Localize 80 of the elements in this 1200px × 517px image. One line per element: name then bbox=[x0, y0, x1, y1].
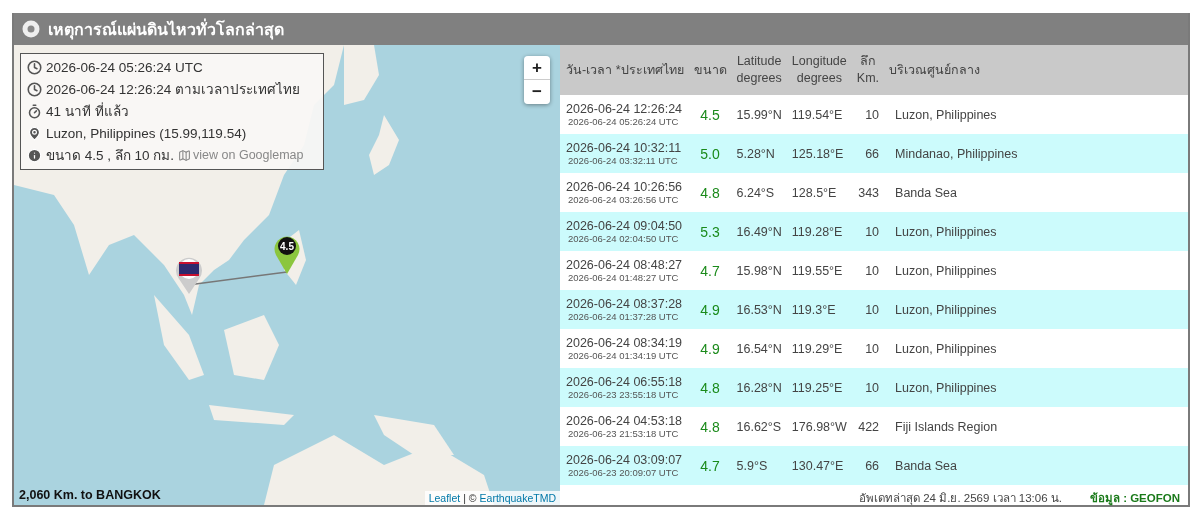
depth-cell: 10 bbox=[850, 329, 884, 368]
latitude-cell: 5.9°S bbox=[730, 446, 786, 485]
depth-cell: 10 bbox=[850, 251, 884, 290]
panel-title: เหตุการณ์แผ่นดินไหวทั่วโลกล่าสุด bbox=[48, 17, 284, 42]
zoom-out-button[interactable]: − bbox=[524, 80, 550, 104]
depth-cell: 10 bbox=[850, 95, 884, 134]
region-cell: Banda Sea bbox=[883, 446, 1188, 485]
update-time: อัพเดทล่าสุด 24 มิ.ย. 2569 เวลา 13:06 น. bbox=[859, 491, 1062, 507]
datetime-cell: 2026-06-24 03:09:07 2026-06-23 20:09:07 UTC bbox=[560, 446, 688, 485]
column-header: วัน-เวลา *ประเทศไทย bbox=[560, 45, 688, 95]
column-header: Longitude degrees bbox=[785, 45, 851, 95]
region-cell: Luzon, Philippines bbox=[883, 329, 1188, 368]
column-header: ลึก Km. bbox=[850, 45, 884, 95]
region-cell: Luzon, Philippines bbox=[883, 290, 1188, 329]
info-text: ขนาด 4.5 , ลึก 10 กม. bbox=[46, 147, 175, 165]
longitude-cell: 119.54°E bbox=[785, 95, 851, 134]
source-link[interactable]: EarthquakeTMD bbox=[479, 492, 556, 504]
datetime-cell: 2026-06-24 04:53:18 2026-06-23 21:53:18 UTC bbox=[560, 407, 688, 446]
depth-cell: 10 bbox=[850, 212, 884, 251]
attribution-text: | © bbox=[463, 492, 477, 504]
datetime-cell: 2026-06-24 06:55:18 2026-06-23 23:55:18 UTC bbox=[560, 368, 688, 407]
info-text: 2026-06-24 05:26:24 UTC bbox=[46, 59, 203, 77]
latitude-cell: 6.24°S bbox=[730, 173, 786, 212]
longitude-cell: 130.47°E bbox=[785, 446, 851, 485]
depth-cell: 422 bbox=[850, 407, 884, 446]
latitude-cell: 16.53°N bbox=[730, 290, 786, 329]
zoom-in-button[interactable]: + bbox=[524, 56, 550, 80]
latitude-cell: 5.28°N bbox=[730, 134, 786, 173]
longitude-cell: 119.3°E bbox=[785, 290, 851, 329]
latitude-cell: 15.99°N bbox=[730, 95, 786, 134]
column-header: บริเวณศูนย์กลาง bbox=[883, 45, 1188, 95]
region-cell: Luzon, Philippines bbox=[883, 95, 1188, 134]
distance-label: 2,060 Km. to BANGKOK bbox=[19, 488, 161, 502]
region-cell: Fiji Islands Region bbox=[883, 407, 1188, 446]
longitude-cell: 119.29°E bbox=[785, 329, 851, 368]
region-cell: Luzon, Philippines bbox=[883, 368, 1188, 407]
depth-cell: 10 bbox=[850, 368, 884, 407]
region-cell: Luzon, Philippines bbox=[883, 212, 1188, 251]
magnitude-cell: 5.3 bbox=[687, 212, 731, 251]
region-cell: Luzon, Philippines bbox=[883, 251, 1188, 290]
latitude-cell: 16.54°N bbox=[730, 329, 786, 368]
leaflet-link[interactable]: Leaflet bbox=[428, 492, 461, 504]
longitude-cell: 119.28°E bbox=[785, 212, 851, 251]
magnitude-cell: 4.8 bbox=[687, 368, 731, 407]
longitude-cell: 119.55°E bbox=[785, 251, 851, 290]
magnitude-cell: 4.5 bbox=[687, 95, 731, 134]
region-cell: Banda Sea bbox=[883, 173, 1188, 212]
info-text: 2026-06-24 12:26:24 ตามเวลาประเทศไทย bbox=[46, 81, 301, 99]
depth-cell: 66 bbox=[850, 446, 884, 485]
depth-cell: 343 bbox=[850, 173, 884, 212]
longitude-cell: 176.98°W bbox=[785, 407, 851, 446]
column-header: Latitude degrees bbox=[730, 45, 786, 95]
data-source: ข้อมูล : GEOFON bbox=[1089, 491, 1180, 507]
longitude-cell: 128.5°E bbox=[785, 173, 851, 212]
datetime-cell: 2026-06-24 08:48:27 2026-06-24 01:48:27 UTC bbox=[560, 251, 688, 290]
datetime-cell: 2026-06-24 10:26:56 2026-06-24 03:26:56 UTC bbox=[560, 173, 688, 212]
magnitude-cell: 4.7 bbox=[687, 446, 731, 485]
datetime-cell: 2026-06-24 09:04:50 2026-06-24 02:04:50 UTC bbox=[560, 212, 688, 251]
info-text: 41 นาที ที่แล้ว bbox=[46, 102, 129, 121]
depth-cell: 10 bbox=[850, 290, 884, 329]
magnitude-cell: 4.9 bbox=[687, 329, 731, 368]
magnitude-cell: 4.8 bbox=[687, 407, 731, 446]
datetime-cell: 2026-06-24 08:37:28 2026-06-24 01:37:28 UTC bbox=[560, 290, 688, 329]
datetime-cell: 2026-06-24 08:34:19 2026-06-24 01:34:19 UTC bbox=[560, 329, 688, 368]
datetime-cell: 2026-06-24 12:26:24 2026-06-24 05:26:24 UTC bbox=[560, 95, 688, 134]
latitude-cell: 16.49°N bbox=[730, 212, 786, 251]
depth-cell: 66 bbox=[850, 134, 884, 173]
longitude-cell: 125.18°E bbox=[785, 134, 851, 173]
longitude-cell: 119.25°E bbox=[785, 368, 851, 407]
magnitude-cell: 5.0 bbox=[687, 134, 731, 173]
column-header: ขนาด bbox=[687, 45, 731, 95]
magnitude-cell: 4.9 bbox=[687, 290, 731, 329]
latitude-cell: 16.62°S bbox=[730, 407, 786, 446]
latitude-cell: 16.28°N bbox=[730, 368, 786, 407]
info-text: Luzon, Philippines (15.99,119.54) bbox=[46, 125, 247, 143]
datetime-cell: 2026-06-24 10:32:11 2026-06-24 03:32:11 UTC bbox=[560, 134, 688, 173]
magnitude-cell: 4.8 bbox=[687, 173, 731, 212]
latitude-cell: 15.98°N bbox=[730, 251, 786, 290]
region-cell: Mindanao, Philippines bbox=[883, 134, 1188, 173]
magnitude-cell: 4.7 bbox=[687, 251, 731, 290]
